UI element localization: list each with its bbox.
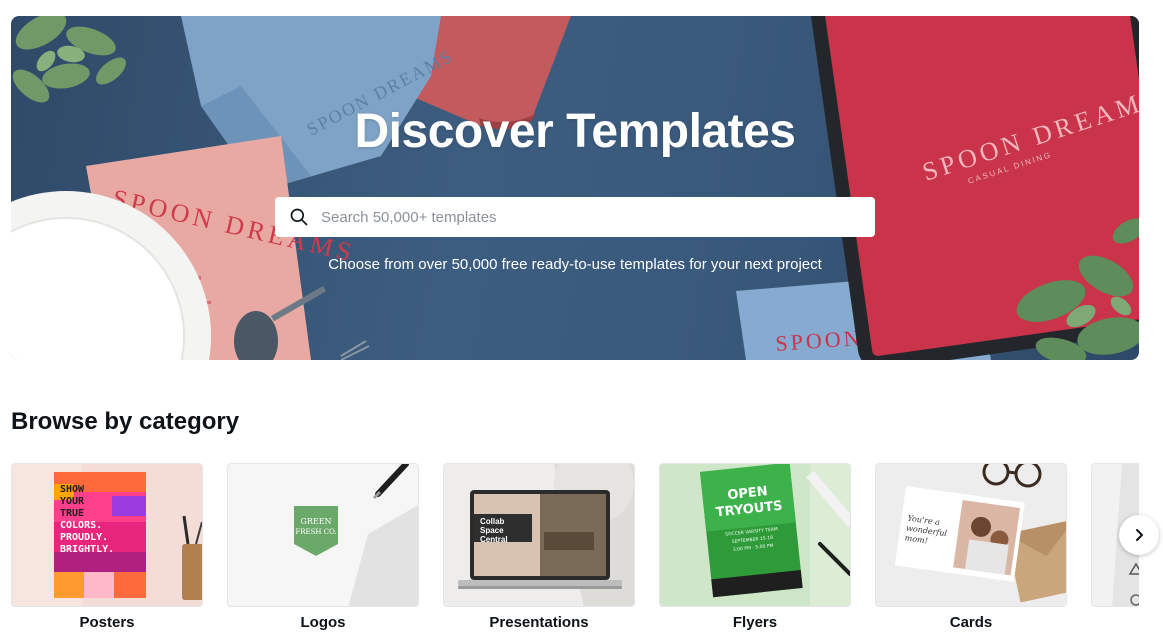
category-card-logos[interactable]: GREEN FRESH CO. Logos — [227, 463, 419, 631]
category-thumbnail-cards: You're a wonderful mom! — [875, 463, 1067, 607]
category-label-presentations: Presentations — [489, 614, 589, 631]
category-thumbnail-logos: GREEN FRESH CO. — [227, 463, 419, 607]
category-label-cards: Cards — [949, 614, 993, 631]
poster-art-line-5: PROUDLY. — [60, 532, 108, 543]
category-card-presentations[interactable]: Collab Space Central Presentations — [443, 463, 635, 631]
logo-art-line-1: GREEN — [300, 517, 331, 526]
carousel-next-button[interactable] — [1119, 515, 1159, 555]
hero-subtitle: Choose from over 50,000 free ready-to-us… — [328, 256, 822, 273]
chevron-right-icon — [1136, 529, 1143, 541]
browse-category-heading: Browse by category — [11, 408, 240, 435]
category-card-cards[interactable]: You're a wonderful mom! Cards — [875, 463, 1067, 631]
category-card-posters[interactable]: SHOW YOUR TRUE COLORS. PROUDLY. BRIGHTLY… — [11, 463, 203, 631]
hero-background-image: SPOON DREAMS SPOON DREAMS SPOON SPOON DR… — [11, 16, 1139, 360]
category-card-flyers[interactable]: OPEN TRYOUTS SOCCER VARSITY TEAM SEPTEMB… — [659, 463, 851, 631]
category-thumbnail-flyers: OPEN TRYOUTS SOCCER VARSITY TEAM SEPTEMB… — [659, 463, 851, 607]
category-carousel: SHOW YOUR TRUE COLORS. PROUDLY. BRIGHTLY… — [11, 463, 1139, 641]
presentation-art-line-2: Space — [480, 526, 504, 535]
template-search-bar[interactable] — [275, 197, 875, 237]
presentation-art-line-3: Central — [480, 535, 508, 544]
category-label-posters: Posters — [79, 614, 135, 631]
poster-art-line-6: BRIGHTLY. — [60, 544, 114, 555]
poster-art-line-4: COLORS. — [60, 520, 102, 531]
page-title: Discover Templates — [354, 105, 796, 158]
category-thumbnail-posters: SHOW YOUR TRUE COLORS. PROUDLY. BRIGHTLY… — [11, 463, 203, 607]
hero-banner: SPOON DREAMS SPOON DREAMS SPOON SPOON DR… — [11, 16, 1139, 360]
presentation-art-line-1: Collab — [480, 517, 505, 526]
poster-art-line-2: YOUR — [60, 496, 85, 507]
search-icon — [290, 208, 308, 226]
logo-art-line-2: FRESH CO. — [295, 528, 336, 536]
category-label-flyers: Flyers — [732, 614, 778, 631]
category-label-logos: Logos — [300, 614, 346, 631]
poster-art-line-1: SHOW — [60, 484, 85, 495]
category-thumbnail-presentations: Collab Space Central — [443, 463, 635, 607]
poster-art-line-3: TRUE — [60, 508, 84, 519]
search-input[interactable] — [319, 197, 875, 237]
